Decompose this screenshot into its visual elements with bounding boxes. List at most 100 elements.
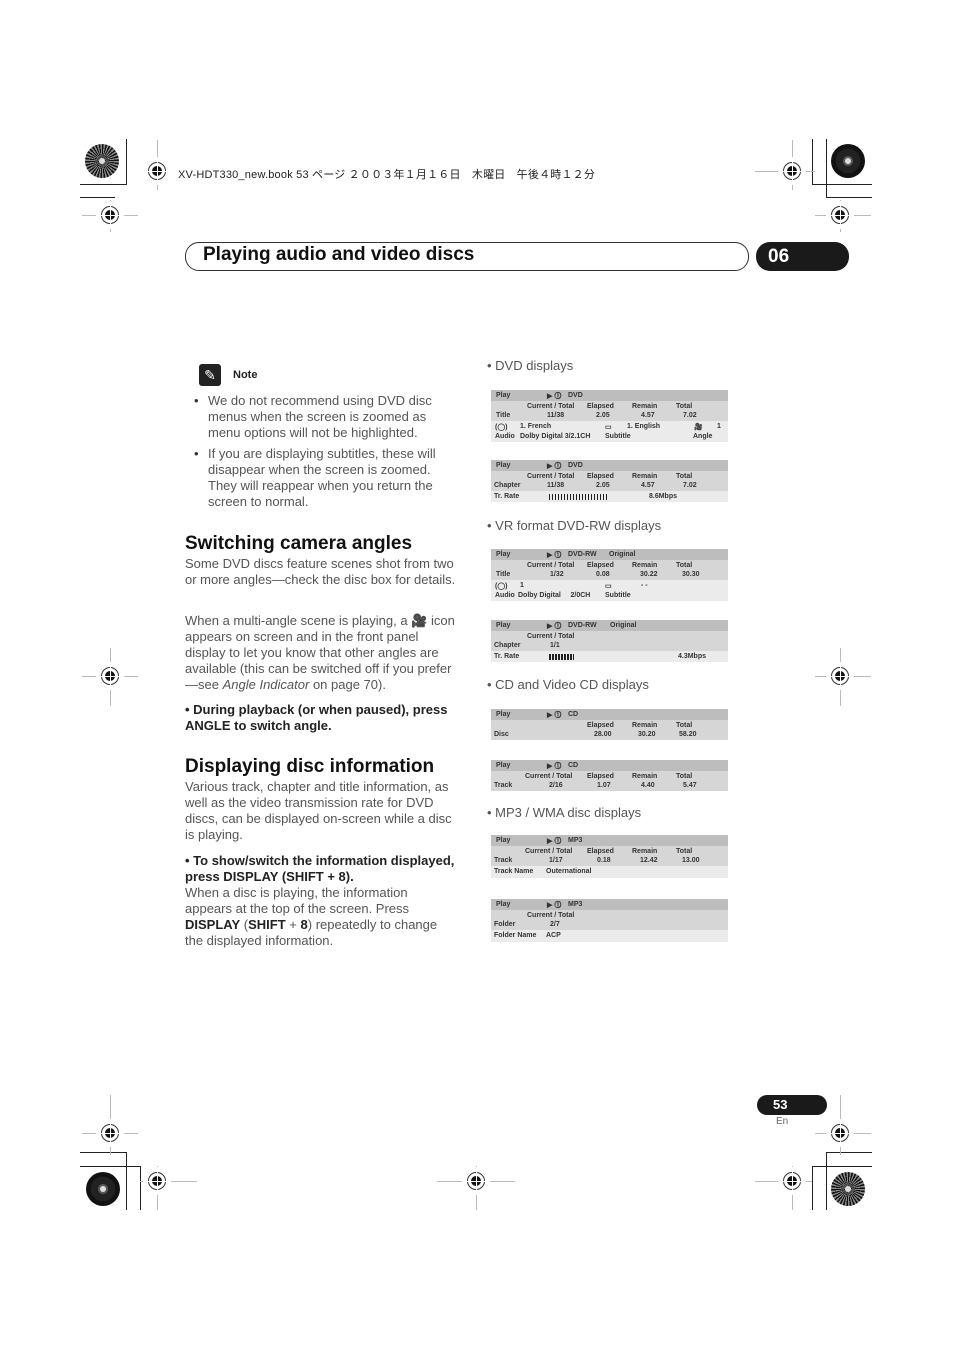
- osd-value: 4.40: [641, 782, 655, 789]
- osd-cd-track: Play ▶ ⓵ CD Current / Total Elapsed Rema…: [491, 760, 728, 791]
- osd-dvd-chapter: Play ▶ ⓵ DVD Current / Total Elapsed Rem…: [491, 460, 728, 502]
- osd-col-header: Elapsed: [587, 722, 614, 729]
- osd-col-header: Total: [676, 722, 693, 729]
- osd-value: 30.22: [640, 571, 658, 578]
- osd-row-label: Track: [494, 857, 513, 864]
- osd-track-name: Outernational: [546, 868, 592, 875]
- vr-displays-heading: • VR format DVD-RW displays: [487, 518, 662, 533]
- osd-value: 11/38: [547, 482, 565, 489]
- osd-vr-title: Play ▶ ⓵ DVD-RW Original Current / Total…: [491, 549, 728, 601]
- osd-row-label: Chapter: [494, 482, 521, 489]
- play-disc-icon: ▶ ⓵: [547, 552, 562, 559]
- osd-col-header: Current / Total: [525, 773, 573, 780]
- osd-disc-type: CD: [568, 762, 579, 769]
- osd-value: 2/16: [549, 782, 563, 789]
- osd-col-header: Elapsed: [587, 562, 614, 569]
- osd-audio-value: 1. French: [520, 423, 552, 430]
- osd-col-header: Remain: [632, 403, 658, 410]
- osd-value: 30.30: [682, 571, 700, 578]
- transmission-rate-bar: [549, 654, 574, 660]
- osd-value: 1/17: [549, 857, 563, 864]
- registration-wheel-icon: [86, 1172, 120, 1206]
- osd-row-label: Track Name: [494, 868, 534, 875]
- osd-disc-type: DVD-RW: [568, 622, 597, 629]
- subtitle-icon: ▭: [605, 583, 612, 590]
- key-display: DISPLAY: [185, 917, 241, 932]
- transmission-rate-bar: [549, 494, 607, 500]
- osd-rate-value: 8.6Mbps: [649, 493, 678, 500]
- page-language: En: [776, 1116, 789, 1127]
- osd-value: 30.20: [638, 731, 656, 738]
- text: When a disc is playing, the information …: [185, 885, 410, 916]
- osd-value: 4.57: [641, 482, 655, 489]
- osd-play-label: Play: [496, 711, 511, 718]
- osd-row-label: Subtitle: [605, 592, 631, 599]
- osd-play-label: Play: [496, 762, 511, 769]
- text: on page 70).: [312, 677, 386, 692]
- info-instruction: • To show/switch the information display…: [185, 853, 455, 884]
- play-disc-icon: ▶ ⓵: [547, 623, 562, 630]
- osd-play-label: Play: [496, 901, 511, 908]
- osd-dvd-title: Play ▶ ⓵ DVD Current / Total Elapsed Rem…: [491, 390, 728, 442]
- osd-value: 1.07: [597, 782, 611, 789]
- osd-disc-type: DVD: [568, 392, 583, 399]
- section-heading-info: Displaying disc information: [185, 756, 435, 777]
- key-8: 8: [300, 917, 308, 932]
- osd-col-header: Current / Total: [527, 633, 575, 640]
- osd-disc-type: MP3: [568, 837, 583, 844]
- osd-value: 28.00: [594, 731, 612, 738]
- note-list: We do not recommend using DVD disc menus…: [194, 393, 456, 515]
- osd-disc-type: CD: [568, 711, 579, 718]
- registration-wheel-icon: [831, 144, 865, 178]
- osd-play-label: Play: [496, 551, 511, 558]
- mp3-displays-heading: • MP3 / WMA disc displays: [487, 805, 642, 820]
- subtitle-icon: ▭: [605, 424, 612, 431]
- info-paragraph-1: Various track, chapter and title informa…: [185, 779, 452, 842]
- osd-row-label: Audio: [495, 592, 515, 599]
- osd-play-label: Play: [496, 837, 511, 844]
- osd-col-header: Remain: [632, 562, 658, 569]
- osd-col-header: Elapsed: [587, 473, 614, 480]
- osd-value: 4.57: [641, 412, 655, 419]
- angles-instruction: • During playback (or when paused), pres…: [185, 702, 448, 733]
- note-label: Note: [233, 369, 258, 381]
- osd-row-label: Folder: [494, 921, 516, 928]
- osd-disc-type: MP3: [568, 901, 583, 908]
- note-item: If you are displaying subtitles, these w…: [194, 446, 456, 510]
- osd-col-header: Current / Total: [527, 562, 575, 569]
- registration-wheel-icon: [85, 144, 119, 178]
- osd-col-header: Total: [676, 403, 693, 410]
- key-shift: SHIFT: [248, 917, 286, 932]
- print-slug: XV-HDT330_new.book 53 ページ ２００３年１月１６日 木曜日…: [178, 169, 596, 181]
- osd-row-label: Angle: [693, 433, 713, 440]
- osd-col-header: Total: [676, 773, 693, 780]
- osd-value: 58.20: [679, 731, 697, 738]
- pencil-icon: ✎: [199, 364, 221, 386]
- osd-col-header: Remain: [632, 773, 658, 780]
- osd-row-label: Subtitle: [605, 433, 631, 440]
- osd-vr-chapter: Play ▶ ⓵ DVD-RW Original Current / Total…: [491, 620, 728, 662]
- osd-audio-value: 1: [520, 582, 524, 589]
- play-disc-icon: ▶ ⓵: [547, 393, 562, 400]
- audio-icon: (◯): [495, 583, 508, 590]
- osd-value: 2.05: [596, 482, 610, 489]
- play-disc-icon: ▶ ⓵: [547, 838, 562, 845]
- text: When a multi-angle scene is playing, a: [185, 613, 408, 628]
- osd-mode: Original: [610, 622, 637, 629]
- osd-play-label: Play: [496, 622, 511, 629]
- osd-col-header: Total: [676, 562, 693, 569]
- osd-col-header: Remain: [632, 473, 658, 480]
- section-heading-angles: Switching camera angles: [185, 533, 413, 554]
- osd-rate-value: 4.3Mbps: [678, 653, 707, 660]
- page-number: 53: [757, 1095, 827, 1115]
- osd-subtitle-value: 1. English: [627, 423, 661, 430]
- cross-reference: Angle Indicator: [222, 677, 310, 692]
- osd-col-header: Current / Total: [527, 403, 575, 410]
- osd-col-header: Current / Total: [527, 912, 575, 919]
- camera-angle-icon: 🎥: [694, 424, 703, 431]
- osd-col-header: Remain: [632, 722, 658, 729]
- osd-col-header: Total: [676, 848, 693, 855]
- osd-mode: Original: [609, 551, 636, 558]
- osd-col-header: Total: [676, 473, 693, 480]
- osd-folder-name: ACP: [546, 932, 561, 939]
